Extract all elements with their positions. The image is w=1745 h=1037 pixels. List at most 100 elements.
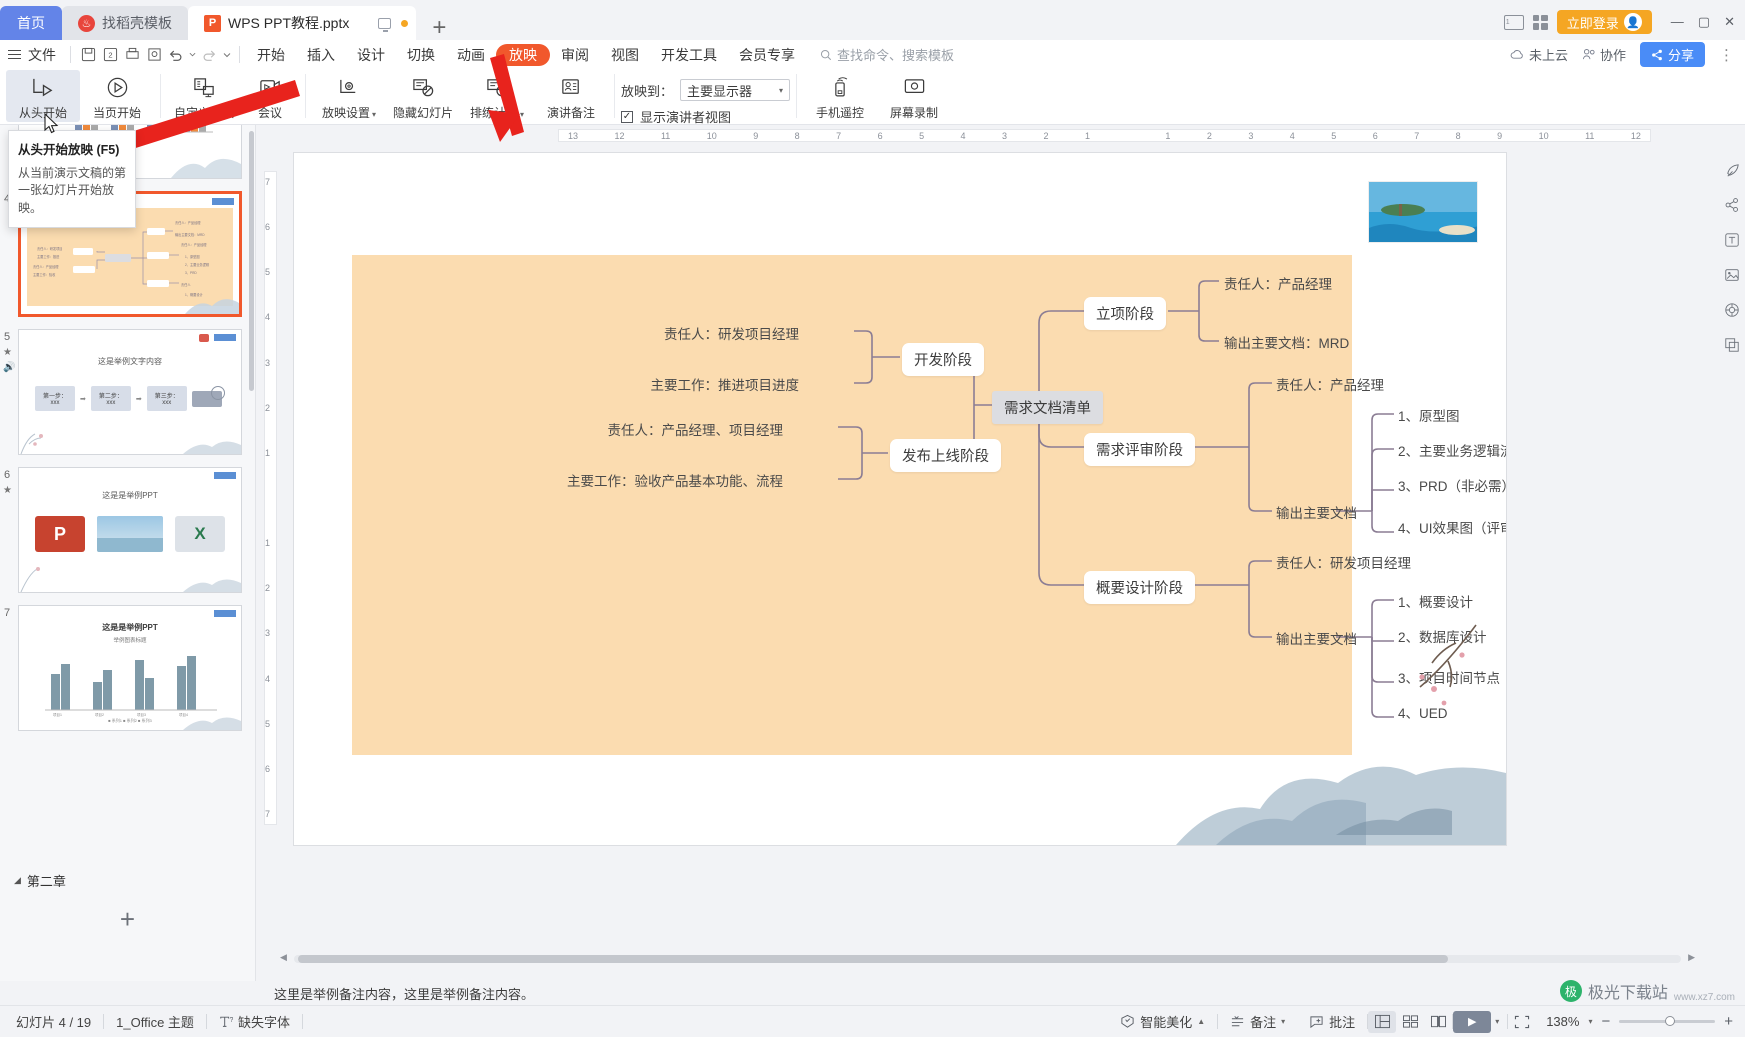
slide-thumbnail-6[interactable]: 6 ★ 这是是举例PPT P X — [3, 467, 245, 593]
color-palette-icon[interactable] — [1723, 301, 1741, 319]
menu-item-start[interactable]: 开始 — [246, 40, 296, 70]
menu-item-transition[interactable]: 切换 — [396, 40, 446, 70]
play-from-start-tooltip: 从头开始放映 (F5) 从当前演示文稿的第一张幻灯片开始放映。 — [8, 130, 136, 229]
start-slideshow-button[interactable]: ▶ — [1453, 1010, 1492, 1033]
rehearse-timing-icon — [485, 75, 510, 101]
fit-slide-button[interactable] — [1508, 1011, 1536, 1033]
ribbon-divider — [160, 74, 161, 118]
ribbon-rehearse-timing-label: 排练计时 ▾ — [469, 106, 525, 120]
menu-item-insert[interactable]: 插入 — [296, 40, 346, 70]
monitor-select-value: 主要显示器 — [687, 83, 753, 99]
share-button[interactable]: 分享 — [1639, 42, 1705, 67]
thumb-corner-band-6 — [214, 472, 236, 479]
slide-thumbnail-5[interactable]: 5 ★ 🔊 这是举例文字内容 第一步：xxx ➡ 第二步：xxx ➡ 第三步：x… — [3, 329, 245, 455]
mindmap-node-project-initiation[interactable]: 立项阶段 — [1084, 297, 1166, 330]
tab-home[interactable]: 首页 — [0, 6, 62, 40]
file-menu-button[interactable]: 文件 — [26, 45, 64, 65]
add-slide-button[interactable]: + — [0, 904, 255, 935]
image-insert-icon[interactable] — [1723, 266, 1741, 284]
ribbon-phone-remote[interactable]: 手机遥控 — [803, 70, 877, 122]
smart-beautify-button[interactable]: 智能美化 ▲ — [1108, 1012, 1217, 1031]
minimize-button[interactable]: — — [1671, 14, 1684, 30]
text-format-icon[interactable] — [1723, 231, 1741, 249]
ribbon-rehearse-timing[interactable]: 排练计时 ▾ — [460, 70, 534, 122]
zoom-dropdown-icon[interactable]: ▾ — [1588, 1017, 1592, 1026]
menu-item-review[interactable]: 审阅 — [550, 40, 600, 70]
cloud-status[interactable]: 未上云 — [1510, 45, 1568, 64]
view-normal-button[interactable] — [1368, 1010, 1397, 1033]
close-button[interactable]: ✕ — [1724, 14, 1735, 30]
ribbon-presenter-notes[interactable]: 演讲备注 — [534, 70, 608, 122]
star-icon-6: ★ — [3, 485, 12, 496]
slide-photo-beach[interactable] — [1368, 181, 1478, 243]
speaker-notes-bar[interactable]: 这里是举例备注内容，这里是举例备注内容。 — [256, 981, 1719, 1005]
customize-toolbar-icon[interactable] — [220, 44, 233, 66]
ribbon-show-settings[interactable]: 放映设置 ▾ — [312, 70, 386, 122]
login-button[interactable]: 立即登录 👤 — [1556, 10, 1652, 34]
undo-dropdown-icon[interactable] — [187, 44, 198, 66]
tab-document[interactable]: P WPS PPT教程.pptx — [188, 6, 417, 40]
presenter-view-checkbox[interactable]: ✓ — [621, 110, 633, 123]
save-as-cloud-icon[interactable]: 2 — [99, 44, 121, 66]
save-icon[interactable] — [77, 44, 99, 66]
more-options-icon[interactable]: ⋮ — [1719, 46, 1735, 64]
comment-button[interactable]: 批注 — [1297, 1012, 1367, 1031]
ribbon-screen-record[interactable]: 屏幕录制 — [877, 70, 951, 122]
tab-docer-templates[interactable]: ♨ 找稻壳模板 — [62, 6, 188, 40]
view-reading-button[interactable] — [1424, 1011, 1452, 1033]
screen-share-icon[interactable] — [378, 17, 392, 32]
mindmap-doc-item-1-0: 1、原型图 — [1398, 409, 1460, 424]
ribbon-play-from-current[interactable]: 当页开始 — [80, 70, 154, 122]
zoom-in-button[interactable]: + — [1724, 1013, 1733, 1030]
monitor-select[interactable]: 主要显示器 ▾ — [680, 79, 791, 101]
chapter-section-header[interactable]: ◢ 第二章 — [0, 863, 255, 898]
theme-name[interactable]: 1_Office 主题 — [104, 1012, 206, 1031]
slide-thumbnail-panel[interactable]: ← 4 — [0, 125, 256, 981]
search-command-box[interactable]: 查找命令、搜索模板 — [820, 45, 954, 64]
canvas-horizontal-scrollbar[interactable]: ◀ ▶ — [280, 952, 1695, 963]
slide-canvas[interactable]: 需求文档清单 立项阶段 责任人：产品经理 输出主要文档：MRD 需求评审阶段 责… — [294, 153, 1506, 845]
zoom-slider[interactable] — [1619, 1016, 1716, 1026]
tabbar-right-group: 1 立即登录 👤 — ▢ ✕ — [1503, 10, 1745, 40]
feather-pen-icon[interactable] — [1723, 161, 1741, 179]
scroll-left-icon[interactable]: ◀ — [280, 952, 287, 963]
undo-icon[interactable] — [165, 44, 187, 66]
maximize-button[interactable]: ▢ — [1698, 14, 1710, 30]
ribbon-play-from-start[interactable]: 从头开始 — [6, 70, 80, 122]
missing-font-status[interactable]: ? 缺失字体 — [207, 1012, 302, 1031]
menu-item-slideshow[interactable]: 放映 — [496, 43, 550, 66]
mindmap-node-development[interactable]: 开发阶段 — [902, 343, 984, 376]
ribbon-custom-show[interactable]: 自定义放映 — [167, 70, 241, 122]
notes-toggle-button[interactable]: 备注 ▾ — [1218, 1012, 1297, 1031]
svg-text:责任人：产品经理: 责任人：产品经理 — [175, 220, 201, 225]
menu-item-animation[interactable]: 动画 — [446, 40, 496, 70]
redo-icon[interactable] — [198, 44, 220, 66]
ribbon-meeting[interactable]: 会议 — [241, 70, 299, 122]
thumbnail-scrollbar[interactable] — [249, 131, 254, 391]
print-icon[interactable] — [121, 44, 143, 66]
ribbon-hide-slide[interactable]: 隐藏幻灯片 — [386, 70, 460, 122]
print-preview-icon[interactable] — [143, 44, 165, 66]
menu-item-developer-tools[interactable]: 开发工具 — [650, 40, 728, 70]
new-tab-button[interactable]: + — [432, 16, 446, 40]
menu-item-design[interactable]: 设计 — [346, 40, 396, 70]
menu-item-view[interactable]: 视图 — [600, 40, 650, 70]
scroll-right-icon[interactable]: ▶ — [1688, 952, 1695, 963]
zoom-out-button[interactable]: − — [1601, 1013, 1610, 1030]
view-slide-sorter-button[interactable] — [1396, 1011, 1424, 1033]
mindmap-node-requirement-review[interactable]: 需求评审阶段 — [1084, 433, 1195, 466]
menu-hamburger-icon[interactable] — [8, 49, 21, 60]
thumb5-step3: 第三步：xxx — [146, 386, 187, 411]
mindmap-node-release[interactable]: 发布上线阶段 — [890, 439, 1001, 472]
collaborate-button[interactable]: 协作 — [1582, 45, 1626, 64]
share-node-icon[interactable] — [1723, 196, 1741, 214]
slideshow-dropdown-icon[interactable]: ▾ — [1491, 1017, 1507, 1026]
split-view-icon[interactable]: 1 — [1503, 14, 1524, 30]
zoom-level-label[interactable]: 138% — [1546, 1014, 1579, 1029]
shape-crop-icon[interactable] — [1723, 336, 1741, 354]
zoom-slider-handle[interactable] — [1665, 1016, 1676, 1026]
menu-item-member-exclusive[interactable]: 会员专享 — [728, 40, 806, 70]
slide-thumbnail-7[interactable]: 7 这是是举例PPT 举例图表标题 项目1 项目2 项目3 项目4 ■ 系列1 … — [4, 605, 245, 731]
grid-view-icon[interactable] — [1532, 14, 1548, 30]
mindmap-root-node[interactable]: 需求文档清单 — [992, 391, 1103, 424]
